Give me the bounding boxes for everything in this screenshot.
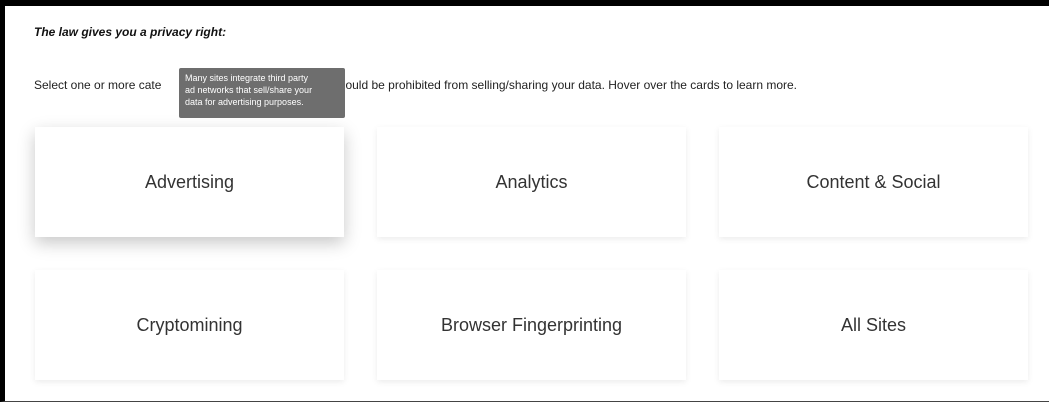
tooltip-line-1: Many sites integrate third party [185,73,309,83]
card-content-social[interactable]: Content & Social [719,127,1028,237]
card-label: Analytics [495,171,568,192]
tooltip-line-3: data for advertising purposes. [185,97,304,107]
card-browser-fingerprinting[interactable]: Browser Fingerprinting [377,270,686,380]
card-advertising[interactable]: Advertising [35,127,344,237]
page-heading: The law gives you a privacy right: [34,25,227,39]
card-label: Cryptomining [136,314,243,335]
card-analytics[interactable]: Analytics [377,127,686,237]
card-label: Content & Social [806,171,941,192]
card-label: Browser Fingerprinting [440,314,623,335]
card-all-sites[interactable]: All Sites [719,270,1028,380]
instruction-text: Select one or more cate sites should be … [34,78,798,92]
card-cryptomining[interactable]: Cryptomining [35,270,344,380]
advertising-tooltip: Many sites integrate third party ad netw… [179,68,345,118]
card-label: All Sites [840,314,907,335]
card-label: Advertising [144,171,235,192]
tooltip-line-2: ad networks that sell/share your [185,85,313,95]
